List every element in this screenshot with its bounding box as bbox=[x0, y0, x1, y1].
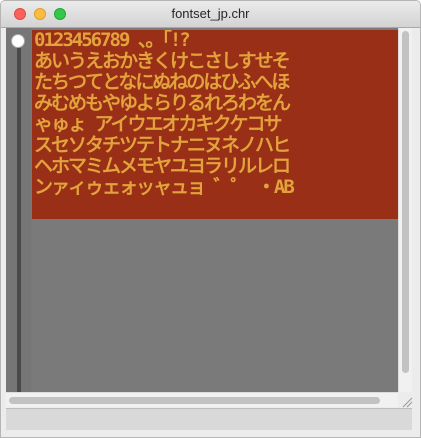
tile-row[interactable]: たちつてとなにぬねのはひふへほ bbox=[32, 72, 398, 93]
tile-row[interactable]: 0123456789 、。「!? bbox=[32, 30, 398, 51]
horizontal-scrollbar[interactable] bbox=[6, 392, 398, 407]
tile-row[interactable]: ゃゅょ アイウエオカキクケコサ bbox=[32, 114, 398, 135]
tile-row[interactable]: ヘホマミムメモヤユヨラリルレロ bbox=[32, 156, 398, 177]
tile-row[interactable]: スセソタチツテトナニヌネノハヒ bbox=[32, 135, 398, 156]
tile-canvas[interactable]: 0123456789 、。「!? あいうえおかきくけこさしすせそ たちつてとなに… bbox=[6, 28, 398, 392]
tile-row[interactable]: あいうえおかきくけこさしすせそ bbox=[32, 51, 398, 72]
title-bar[interactable]: fontset_jp.chr bbox=[1, 1, 420, 28]
window-title: fontset_jp.chr bbox=[171, 6, 250, 21]
vertical-scroll-thumb[interactable] bbox=[402, 31, 409, 373]
status-bar bbox=[6, 408, 412, 430]
tile-row[interactable]: みむめもやゆよらりるれろわをん bbox=[32, 93, 398, 114]
horizontal-scroll-thumb[interactable] bbox=[9, 397, 380, 404]
vertical-scrollbar[interactable] bbox=[398, 28, 412, 392]
tile-row[interactable]: ンァィゥェォッャュョ ゛゜ ・AB bbox=[32, 177, 398, 198]
resize-grip-icon[interactable] bbox=[401, 396, 413, 408]
row-slider-track[interactable] bbox=[17, 38, 21, 392]
chr-tile-grid[interactable]: 0123456789 、。「!? あいうえおかきくけこさしすせそ たちつてとなに… bbox=[32, 30, 398, 219]
circle-handle-icon[interactable] bbox=[11, 34, 25, 48]
